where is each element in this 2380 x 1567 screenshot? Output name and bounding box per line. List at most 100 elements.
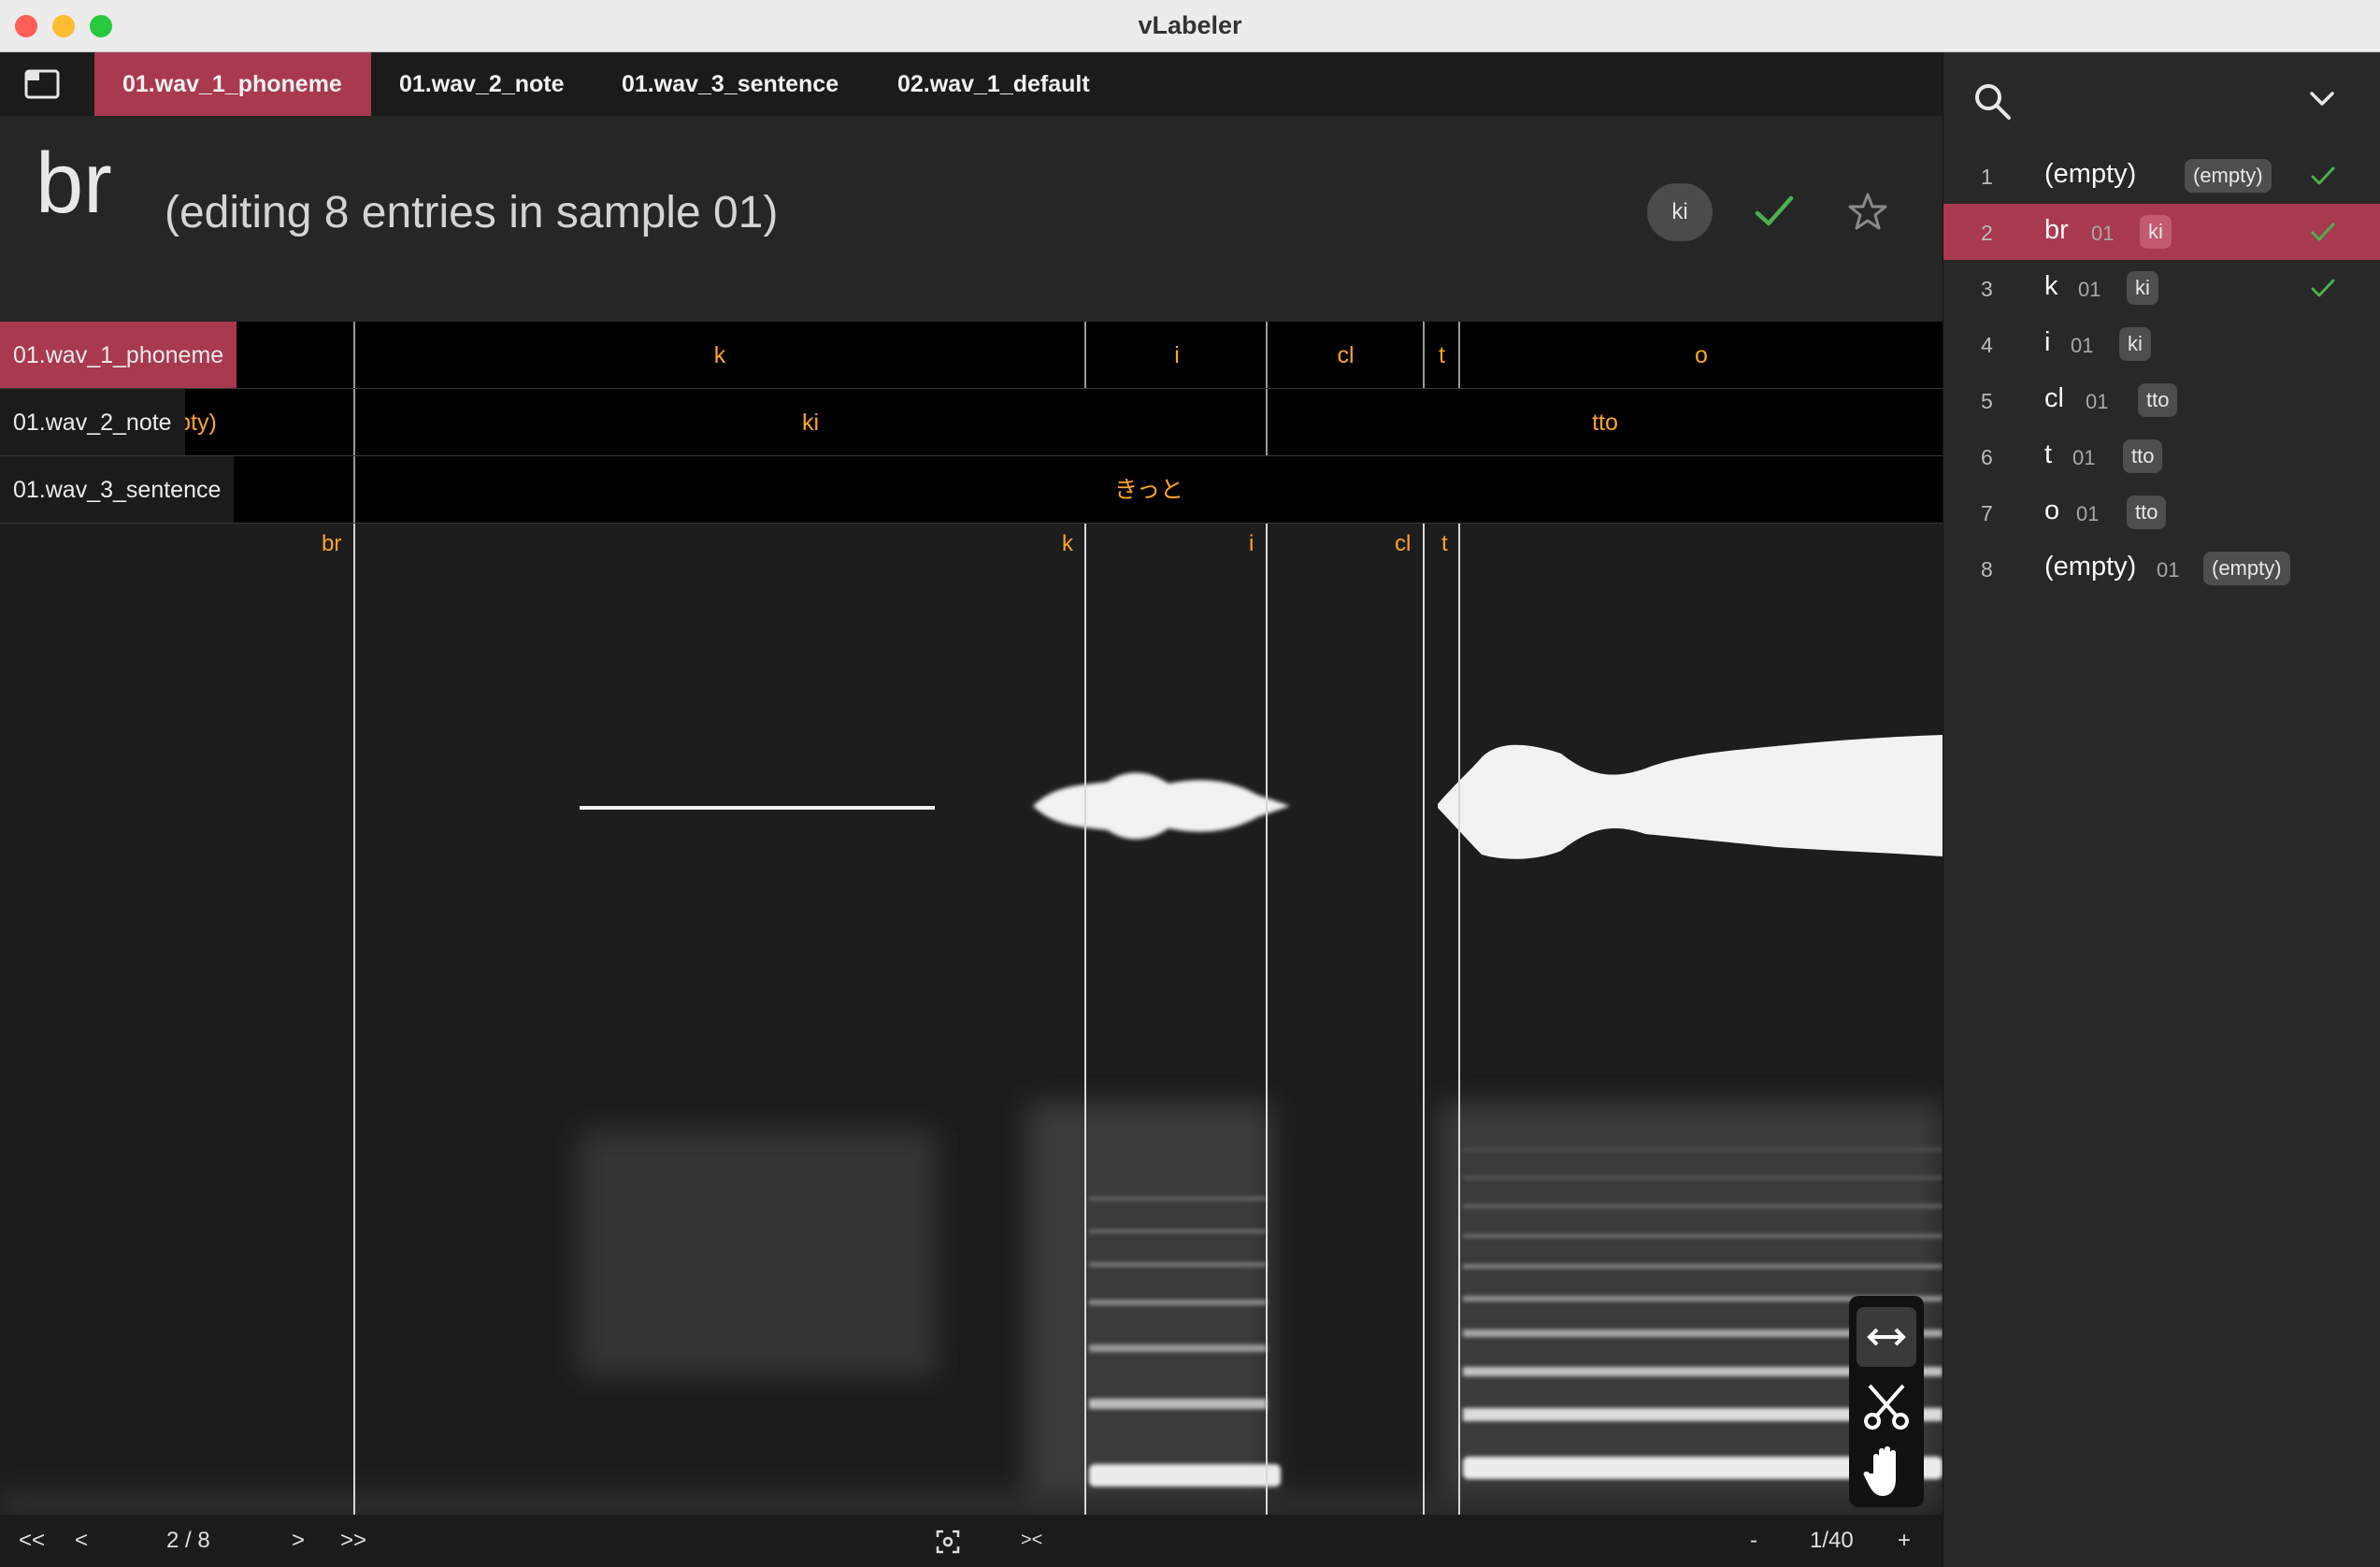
marker-line[interactable] [1266,524,1268,1522]
entry-index: 3 [1981,277,1993,301]
scissors-icon[interactable] [1857,1376,1916,1436]
segment-label[interactable]: k [355,322,1084,388]
label-lanes: k i cl t o 01.wav_1_phoneme pty) ki tto … [0,322,1943,524]
entry-label: t [2044,439,2053,469]
list-item[interactable]: 8 (empty) 01 (empty) [1943,540,2380,597]
entry-tag: (empty) [2185,159,2272,193]
done-check-icon[interactable] [1754,193,1795,230]
entry-label: cl [2044,383,2064,413]
zoom-out-button[interactable]: - [1750,1528,1757,1554]
segment-label[interactable]: ki [355,389,1266,455]
search-icon[interactable] [1971,80,2013,122]
tab-phoneme[interactable]: 01.wav_1_phoneme [94,52,371,116]
entry-tag: ki [2127,271,2158,305]
entry-label: (empty) [2044,159,2137,189]
entry-label: (empty) [2044,552,2137,582]
marker-label: i [1249,531,1255,556]
hand-icon[interactable] [1857,1442,1916,1502]
segment-boundary[interactable] [1458,322,1460,388]
entry-index: 2 [1981,221,1993,245]
segment-boundary[interactable] [1266,322,1268,388]
next-entry-button[interactable]: > [292,1528,305,1554]
list-item[interactable]: 7 o 01 tto [1943,484,2380,540]
segment-boundary[interactable] [1423,322,1425,388]
segment-label[interactable]: tto [1268,389,1943,455]
star-icon[interactable] [1847,191,1888,232]
entry-index: 1 [1981,165,1993,189]
tab-note[interactable]: 01.wav_2_note [371,52,593,116]
waveform [580,735,1943,859]
entry-tag-chip[interactable]: ki [1647,183,1713,241]
lane-name-phoneme[interactable]: 01.wav_1_phoneme [0,322,237,388]
entry-name: br [36,136,112,231]
toggle-sidebar-icon[interactable] [24,69,69,99]
list-item[interactable]: 4 i 01 ki [1943,316,2380,372]
tab-bar: 01.wav_1_phoneme 01.wav_2_note 01.wav_3_… [0,52,1943,116]
entry-index: 8 [1981,557,1993,582]
tool-panel [1849,1296,1924,1507]
list-item[interactable]: 2 br 01 ki [1943,204,2380,260]
collapse-button[interactable]: >< [1021,1530,1042,1551]
segment-label[interactable]: cl [1268,322,1424,388]
first-entry-button[interactable]: << [19,1528,45,1554]
segment-boundary[interactable] [353,456,355,523]
segment-boundary[interactable] [353,322,355,388]
entry-info: (editing 8 entries in sample 01) [165,188,779,237]
entry-index: 7 [1981,501,1993,525]
lane-phoneme: k i cl t o 01.wav_1_phoneme [0,322,1943,389]
marker-line[interactable] [1458,524,1460,1522]
entry-label: br [2044,215,2069,245]
lane-name-note[interactable]: 01.wav_2_note [0,389,185,455]
entry-sample: 01 [2072,446,2096,469]
marker-line[interactable] [1423,524,1425,1522]
lane-sentence: きっと 01.wav_3_sentence [0,456,1943,524]
resize-arrows-icon[interactable] [1857,1307,1916,1367]
segment-label[interactable]: o [1460,322,1943,388]
focus-icon[interactable] [936,1530,960,1554]
segment-boundary[interactable] [1266,389,1268,455]
entry-sample: 01 [2086,390,2109,413]
entry-position[interactable]: 2 / 8 [166,1528,210,1554]
chevron-down-icon[interactable] [2306,88,2338,110]
last-entry-button[interactable]: >> [340,1528,366,1554]
zoom-in-button[interactable]: + [1898,1528,1911,1554]
entry-list: 1 (empty) (empty) 2 br 01 ki 3 k 01 ki 4… [1943,148,2380,597]
segment-boundary[interactable] [1084,322,1086,388]
marker-label: cl [1395,531,1412,556]
window-title: vLabeler [1138,11,1242,39]
entry-label: k [2044,271,2058,301]
done-check-icon [2311,279,2335,297]
previous-entry-button[interactable]: < [75,1528,88,1554]
marker-line[interactable] [1084,524,1086,1522]
done-check-icon [2311,223,2335,241]
bottom-bar: << < 2 / 8 > >> >< - 1/40 + [0,1515,1943,1567]
tab-default[interactable]: 02.wav_1_default [869,52,1118,116]
list-item[interactable]: 3 k 01 ki [1943,260,2380,316]
list-item[interactable]: 6 t 01 tto [1943,428,2380,484]
marker-label: t [1441,531,1448,556]
tab-sentence[interactable]: 01.wav_3_sentence [594,52,867,116]
list-item[interactable]: 1 (empty) (empty) [1943,148,2380,204]
segment-label[interactable]: i [1086,322,1268,388]
entry-label: o [2044,496,2060,525]
entry-index: 5 [1981,389,1993,413]
marker-line[interactable] [353,524,355,1522]
segment-boundary[interactable] [353,389,355,455]
list-item[interactable]: 5 cl 01 tto [1943,372,2380,428]
entry-tag: (empty) [2203,552,2290,585]
entry-label: i [2044,327,2051,357]
marker-label: k [1062,531,1073,556]
entry-list-panel: 1 (empty) (empty) 2 br 01 ki 3 k 01 ki 4… [1943,52,2380,1567]
entry-sample: 01 [2157,558,2180,582]
zoom-level[interactable]: 1/40 [1810,1528,1854,1554]
segment-label[interactable]: きっと [355,456,1943,523]
done-check-icon [2311,166,2335,185]
entry-index: 4 [1981,333,1993,357]
editor-area: 01.wav_1_phoneme 01.wav_2_note 01.wav_3_… [0,52,1943,1567]
segment-label[interactable]: t [1424,322,1460,388]
entry-tag: tto [2123,439,2163,473]
entry-index: 6 [1981,445,1993,469]
waveform-spectrogram-canvas[interactable]: br k i cl t [0,524,1943,1522]
lane-name-sentence[interactable]: 01.wav_3_sentence [0,456,235,523]
entry-sample: 01 [2076,502,2100,525]
